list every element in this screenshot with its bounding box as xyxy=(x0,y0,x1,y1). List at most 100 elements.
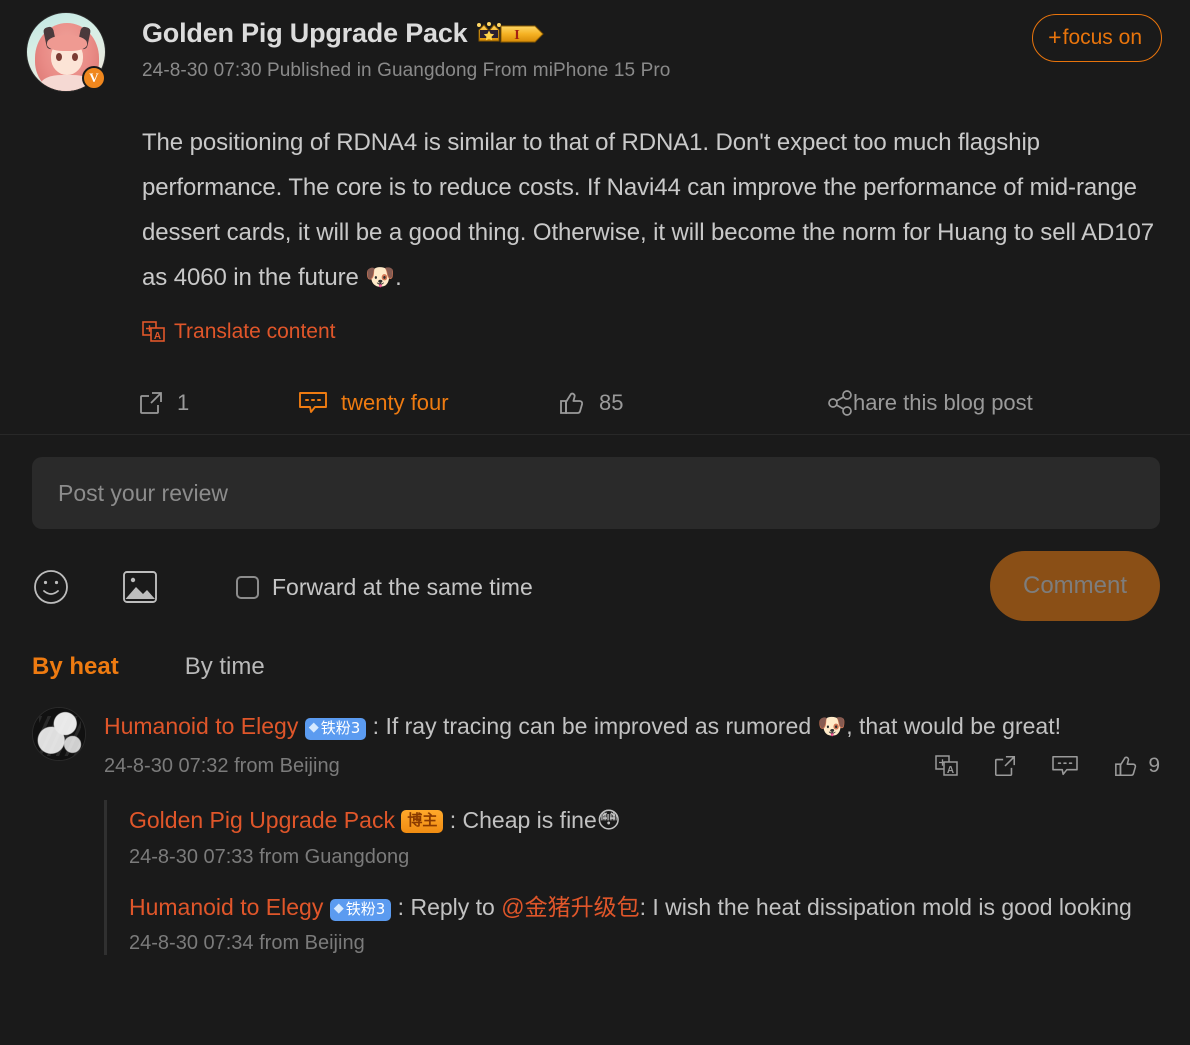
avatar-art-eye-left xyxy=(56,53,62,61)
post-meta: 24-8-30 07:30 Published in Guangdong Fro… xyxy=(142,60,671,81)
share-external-icon xyxy=(995,755,1016,777)
comment-text-line: Humanoid to Elegy ◆ 铁粉3 : If ray tracing … xyxy=(104,709,1160,744)
reply-item: Golden Pig Upgrade Pack 博主 : Cheap is fi… xyxy=(129,800,1160,869)
svg-text:A: A xyxy=(154,331,161,342)
reply-item: Humanoid to Elegy ◆ 铁粉3 : Reply to @金猪升级包… xyxy=(129,887,1160,955)
plus-icon: + xyxy=(1048,24,1062,50)
post-action-bar: 1 twenty four 85 hare this blog post xyxy=(0,372,1190,434)
commenter-avatar[interactable] xyxy=(32,707,86,761)
fan-badge-label: 铁粉3 xyxy=(345,899,386,918)
svg-text:A: A xyxy=(947,765,954,776)
repost-count: 1 xyxy=(177,390,190,415)
thumbs-up-icon xyxy=(560,392,584,414)
comment-timestamp: 24-8-30 07:32 from Beijing xyxy=(104,754,340,777)
post-body: The positioning of RDNA4 is similar to t… xyxy=(0,112,1190,348)
forward-checkbox[interactable] xyxy=(236,575,259,599)
like-count: 85 xyxy=(599,390,624,415)
comment-bubble-icon xyxy=(299,392,327,413)
verified-badge-icon: V xyxy=(82,66,106,90)
translate-icon: A xyxy=(142,321,165,342)
translate-label: Translate content xyxy=(174,320,336,343)
reply-emoji: 😳 xyxy=(596,808,621,834)
translate-content-link[interactable]: A Translate content xyxy=(142,320,335,344)
comment-input[interactable]: Post your review xyxy=(32,457,1160,529)
post-text-content: The positioning of RDNA4 is similar to t… xyxy=(142,120,1160,300)
comment-composer: Post your review Forward at the same tim… xyxy=(0,435,1190,623)
post-text: The positioning of RDNA4 is similar to t… xyxy=(142,129,1155,291)
comment-reply-action[interactable] xyxy=(1051,754,1079,778)
comment-body-tail: , that would be great! xyxy=(846,713,1061,739)
comment-like-action[interactable]: 9 xyxy=(1113,754,1160,778)
commenter-avatar-art xyxy=(33,708,85,760)
tab-by-time[interactable]: By time xyxy=(185,653,265,681)
submit-comment-button[interactable]: Comment xyxy=(990,551,1160,621)
member-level-badge: I xyxy=(477,21,547,46)
share-post-label: hare this blog post xyxy=(853,390,1033,415)
comment-meta-row: 24-8-30 07:32 from Beijing A 9 xyxy=(104,754,1160,778)
reply-body-tail: : I wish the heat dissipation mold is go… xyxy=(639,894,1132,920)
translate-icon: A xyxy=(935,755,959,776)
fan-badge: ◆ 铁粉3 xyxy=(304,717,367,740)
forward-checkbox-row[interactable]: Forward at the same time xyxy=(236,574,533,601)
reply-separator: : xyxy=(391,894,411,920)
comment-separator: : xyxy=(366,713,386,739)
like-action[interactable]: 85 xyxy=(558,390,828,416)
reply-separator: : xyxy=(443,807,463,833)
comment-main: Humanoid to Elegy ◆ 铁粉3 : If ray tracing … xyxy=(104,707,1160,973)
comment-like-count: 9 xyxy=(1148,754,1160,777)
svg-text:I: I xyxy=(515,28,520,43)
comment-emoji: 🐶 xyxy=(817,714,847,740)
avatar-art-eye-right xyxy=(72,53,78,61)
post-emoji: 🐶 xyxy=(365,263,396,291)
reply-text-line: Golden Pig Upgrade Pack 博主 : Cheap is fi… xyxy=(129,800,1160,842)
reply-body: Reply to xyxy=(410,894,502,920)
comment-list: Humanoid to Elegy ◆ 铁粉3 : If ray tracing … xyxy=(0,681,1190,973)
owner-badge: 博主 xyxy=(401,810,444,833)
reply-author[interactable]: Humanoid to Elegy xyxy=(129,894,323,920)
author-name-row: Golden Pig Upgrade Pack I xyxy=(142,18,1160,49)
follow-button[interactable]: + focus on xyxy=(1032,14,1162,62)
share-nodes-icon xyxy=(828,390,852,416)
comment-bubble-icon xyxy=(1052,755,1079,776)
fan-badge-label: 铁粉3 xyxy=(320,718,361,737)
composer-toolbar: Forward at the same time Comment xyxy=(32,551,1160,623)
gem-icon: ◆ xyxy=(308,720,319,735)
author-name[interactable]: Golden Pig Upgrade Pack xyxy=(142,18,468,49)
reply-author[interactable]: Golden Pig Upgrade Pack xyxy=(129,807,395,833)
image-picture-icon xyxy=(123,571,157,603)
image-upload-button[interactable] xyxy=(122,569,178,605)
repost-action[interactable]: 1 xyxy=(138,390,298,416)
forward-label: Forward at the same time xyxy=(272,573,533,600)
share-external-icon xyxy=(140,392,162,414)
post-text-tail: . xyxy=(395,264,402,291)
weibo-post-page: V Golden Pig Upgrade Pack I 24-8-30 07:3… xyxy=(0,0,1190,1045)
comment-translate-action[interactable]: A xyxy=(935,755,959,777)
emoji-button[interactable] xyxy=(32,568,88,606)
share-post-action[interactable]: hare this blog post xyxy=(828,390,1033,416)
reply-timestamp: 24-8-30 07:34 from Beijing xyxy=(129,932,365,954)
reply-mention[interactable]: @金猪升级包 xyxy=(501,894,639,920)
author-avatar-wrap[interactable]: V xyxy=(26,12,106,92)
reply-list: Golden Pig Upgrade Pack 博主 : Cheap is fi… xyxy=(104,800,1160,955)
reply-timestamp: 24-8-30 07:33 from Guangdong xyxy=(129,846,410,868)
thumbs-up-icon xyxy=(1115,756,1137,777)
comment-sort-tabs: By heat By time xyxy=(0,623,1190,681)
emoji-smiley-icon xyxy=(34,570,68,604)
gem-icon: ◆ xyxy=(333,901,344,916)
comment-body: If ray tracing can be improved as rumore… xyxy=(385,713,818,739)
reply-text-line: Humanoid to Elegy ◆ 铁粉3 : Reply to @金猪升级包… xyxy=(129,887,1160,928)
crown-level-icon: I xyxy=(477,21,545,43)
comment-count: twenty four xyxy=(341,390,449,415)
comment-action[interactable]: twenty four xyxy=(298,390,558,416)
reply-body: Cheap is fine xyxy=(462,807,597,833)
avatar-art-bangs xyxy=(47,35,87,51)
comment-repost-action[interactable] xyxy=(993,754,1017,778)
post-header: V Golden Pig Upgrade Pack I 24-8-30 07:3… xyxy=(0,0,1190,112)
follow-button-label: focus on xyxy=(1062,26,1142,49)
comment-actions: A 9 xyxy=(935,754,1160,778)
fan-badge: ◆ 铁粉3 xyxy=(329,898,392,921)
tab-by-heat[interactable]: By heat xyxy=(32,653,119,681)
comment-item: Humanoid to Elegy ◆ 铁粉3 : If ray tracing … xyxy=(32,707,1160,973)
commenter-name[interactable]: Humanoid to Elegy xyxy=(104,713,298,739)
post-header-main: Golden Pig Upgrade Pack I 24-8-30 07:30 … xyxy=(142,14,1160,82)
